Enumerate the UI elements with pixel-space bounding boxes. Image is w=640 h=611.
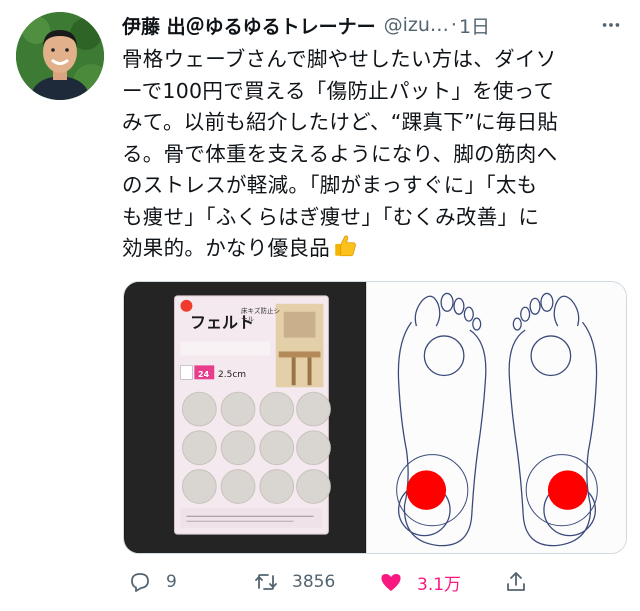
- tweet-line: みて。以前も紹介したけど、“踝真下”に毎日貼: [122, 110, 559, 134]
- tweet-actions: 9 3856 3.1万: [124, 562, 624, 602]
- tweet-text: 骨格ウェーブさんで脚やせしたい方は、ダイソ ーで100円で買える「傷防止パット」…: [122, 44, 628, 265]
- tweet-line: も痩せ」「ふくらはぎ痩せ」「むくみ改善」に: [122, 204, 540, 229]
- product-size-text: 2.5cm: [218, 370, 247, 380]
- tweet-line: のストレスが軽減。「脚がまっすぐに」「太も: [122, 173, 538, 197]
- more-icon: [602, 23, 620, 27]
- thumbs-up-icon: [335, 235, 356, 257]
- tweet-line: 効果的。かなり優良品: [122, 236, 330, 260]
- retweet-button[interactable]: 3856: [254, 562, 335, 602]
- product-count-text: 24: [198, 370, 210, 379]
- share-icon: [507, 572, 525, 591]
- retweet-count: 3856: [292, 572, 336, 592]
- foot-diagram[interactable]: [366, 282, 626, 553]
- tweet-time[interactable]: 1日: [459, 12, 490, 39]
- share-button[interactable]: [504, 562, 528, 602]
- tweet-line: 骨格ウェーブさんで脚やせしたい方は、ダイソ: [122, 47, 557, 71]
- reply-count: 9: [166, 572, 177, 592]
- media-attachment[interactable]: フェルト 床キズ防止シール 24 2.5cm: [123, 281, 627, 554]
- like-button[interactable]: 3.1万: [379, 562, 461, 602]
- display-name[interactable]: 伊藤 出＠ゆるゆるトレーナー: [122, 12, 376, 39]
- product-photo[interactable]: フェルト 床キズ防止シール 24 2.5cm: [124, 282, 366, 553]
- avatar[interactable]: [16, 12, 104, 100]
- tweet-header: 伊藤 出＠ゆるゆるトレーナー @izu… · 1日: [122, 10, 626, 40]
- product-sub-text: 床キズ防止シール: [241, 307, 280, 323]
- left-pad-marker: [406, 470, 447, 510]
- like-count: 3.1万: [417, 574, 462, 595]
- separator: ·: [450, 14, 457, 36]
- tweet-line: る。骨で体重を支えるようになり、脚の筋肉へ: [122, 141, 558, 166]
- reply-icon: [131, 573, 149, 592]
- tweet-line: ーで100円で買える「傷防止パット」を使って: [122, 78, 555, 103]
- reply-button[interactable]: 9: [128, 562, 177, 602]
- right-pad-marker: [547, 470, 588, 510]
- user-handle[interactable]: @izu…: [384, 14, 449, 36]
- more-options-button[interactable]: [596, 10, 626, 40]
- retweet-icon: [255, 574, 277, 590]
- heart-icon: [381, 574, 401, 591]
- tweet-last-line: 効果的。かなり優良品: [122, 233, 628, 265]
